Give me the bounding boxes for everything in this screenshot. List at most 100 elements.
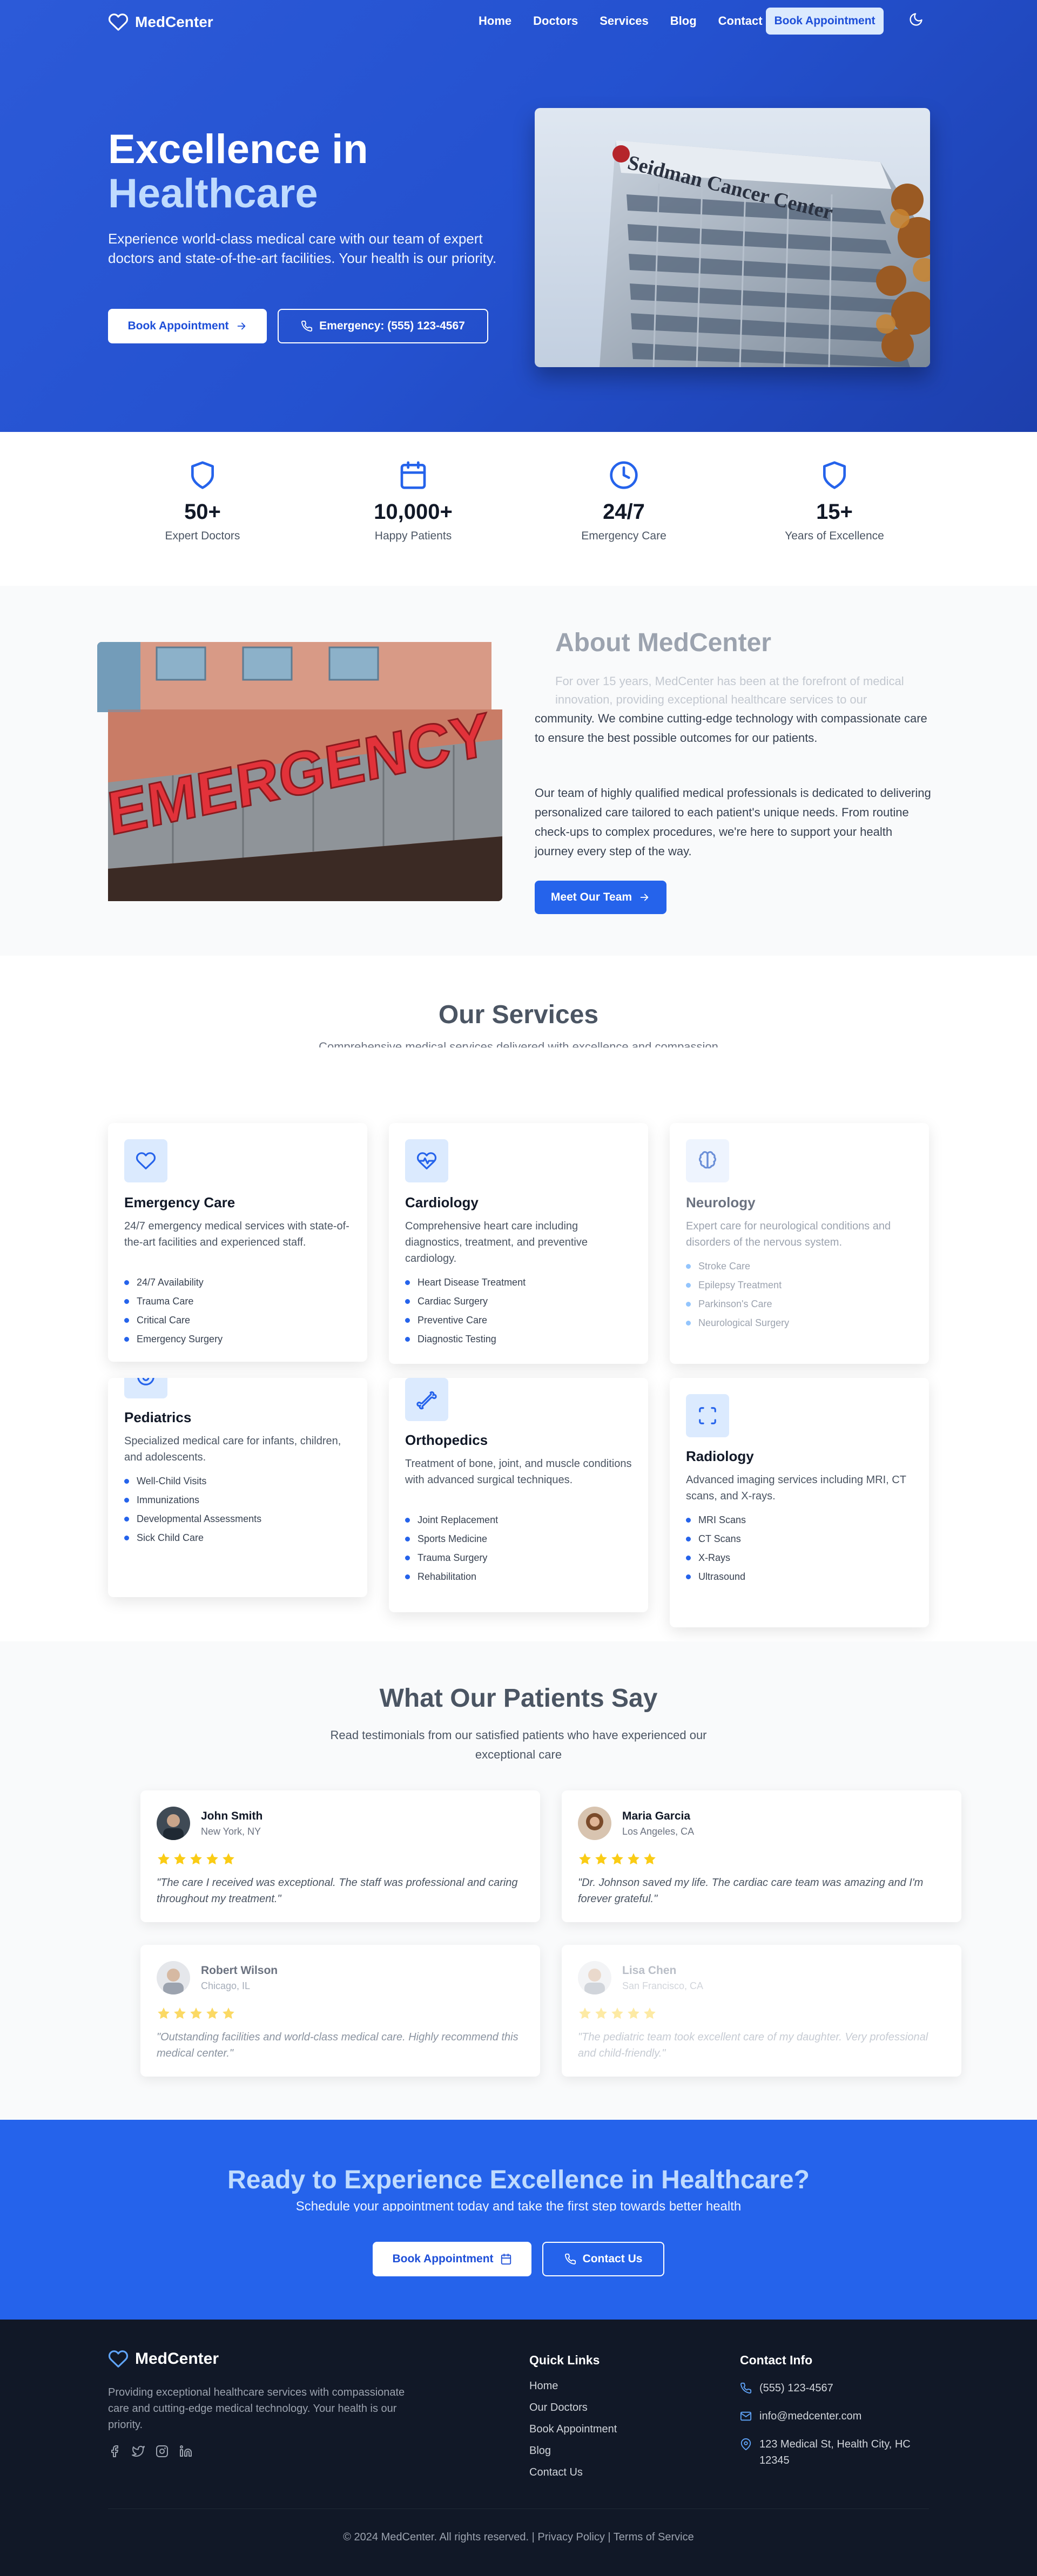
nav-link-services[interactable]: Services [600,14,649,28]
service-card-radiology[interactable]: Radiology Advanced imaging services incl… [670,1378,929,1627]
footer-logo[interactable]: MedCenter [108,2349,219,2369]
service-feature: Developmental Assessments [124,1510,261,1529]
star-icon [158,2007,170,2019]
service-feature: Diagnostic Testing [405,1330,526,1349]
about-section: EMERGENCY About MedCenter For over 15 ye… [0,586,1037,956]
service-card-emergency-care[interactable]: Emergency Care 24/7 emergency medical se… [108,1123,367,1362]
footer-link-blog[interactable]: Blog [529,2445,617,2466]
testimonial-location: New York, NY [201,1826,261,1837]
service-feature: Epilepsy Treatment [686,1276,789,1295]
heart-logo-icon [108,13,129,31]
star-icon [174,2007,186,2019]
star-icon [611,2007,623,2019]
about-paragraph-1-start: For over 15 years, MedCenter has been at… [555,674,904,706]
testimonial-quote: "The care I received was exceptional. Th… [157,1877,518,1905]
testimonial-name: Lisa Chen [622,1964,677,1977]
service-card-pediatrics[interactable]: Pediatrics Specialized medical care for … [108,1378,367,1597]
service-feature: Cardiac Surgery [405,1292,526,1311]
social-links [108,2445,192,2458]
meet-our-team-button[interactable]: Meet Our Team [535,881,666,914]
heart-icon [136,1152,156,1169]
nav-link-blog[interactable]: Blog [670,14,697,28]
star-icon [190,1853,202,1865]
twitter-icon[interactable] [132,2445,145,2458]
service-description: Expert care for neurological conditions … [686,1220,891,1248]
service-feature: Rehabilitation [405,1567,498,1586]
top-navbar: MedCenter Home Doctors Services Blog Con… [0,0,1037,43]
service-title: Orthopedics [405,1432,488,1448]
stat-years-excellence: 15+ Years of Excellence [753,460,915,543]
star-icon [579,1853,591,1865]
service-feature: Joint Replacement [405,1511,498,1530]
star-icon [174,1853,186,1865]
arrow-right-icon [237,322,245,330]
services-subtitle: Comprehensive medical services delivered… [0,1041,1037,1047]
service-icon-box [405,1378,448,1421]
testimonial-card: Maria Garcia Los Angeles, CA "Dr. Johnso… [562,1790,961,1922]
nav-link-home[interactable]: Home [479,14,511,28]
contact-email[interactable]: info@medcenter.com [740,2408,924,2424]
contact-phone[interactable]: (555) 123-4567 [740,2380,924,2396]
service-title: Emergency Care [124,1194,235,1211]
service-feature: Heart Disease Treatment [405,1273,526,1292]
footer-link-home[interactable]: Home [529,2380,617,2402]
cta-contact-us-button[interactable]: Contact Us [542,2242,664,2276]
footer-link-book-appointment[interactable]: Book Appointment [529,2423,617,2445]
quick-links-list: Home Our Doctors Book Appointment Blog C… [529,2380,617,2488]
service-card-orthopedics[interactable]: Orthopedics Treatment of bone, joint, an… [389,1378,648,1612]
cta-book-appointment-button[interactable]: Book Appointment [373,2242,531,2276]
star-icon [644,2007,656,2019]
footer: MedCenter Providing exceptional healthca… [0,2320,1037,2576]
brand-logo[interactable]: MedCenter [108,12,213,32]
testimonial-name: Maria Garcia [622,1810,691,1822]
about-title: About MedCenter [555,628,771,657]
facebook-icon[interactable] [108,2445,121,2458]
hero-book-appointment-button[interactable]: Book Appointment [108,309,267,343]
service-feature: Sick Child Care [124,1529,261,1547]
service-feature: 24/7 Availability [124,1273,223,1292]
star-icon [595,2007,607,2019]
linkedin-icon[interactable] [179,2445,192,2458]
star-icon [223,1853,234,1865]
star-icon [611,1853,623,1865]
nav-link-doctors[interactable]: Doctors [533,14,578,28]
nav-book-appointment-button[interactable]: Book Appointment [766,8,884,35]
service-card-neurology[interactable]: Neurology Expert care for neurological c… [670,1123,929,1364]
stat-value: 50+ [184,500,221,524]
service-icon-box [124,1139,167,1182]
avatar [578,1961,611,1994]
testimonial-quote: "Outstanding facilities and world-class … [157,2031,518,2059]
contact-info-heading: Contact Info [740,2353,813,2367]
star-icon [628,1853,639,1865]
service-title: Pediatrics [124,1409,192,1425]
service-feature: CT Scans [686,1530,746,1549]
about-paragraph-1-end: community. We combine cutting-edge techn… [535,712,927,745]
stat-value: 15+ [816,500,853,524]
testimonials-subtitle: Read testimonials from our satisfied pat… [330,1728,707,1761]
service-card-cardiology[interactable]: Cardiology Comprehensive heart care incl… [389,1123,648,1364]
footer-link-doctors[interactable]: Our Doctors [529,2402,617,2423]
testimonial-location: San Francisco, CA [622,1980,704,1991]
service-feature: Immunizations [124,1491,261,1510]
avatar [157,1807,190,1840]
instagram-icon[interactable] [156,2445,169,2458]
stat-label: Emergency Care [581,530,666,542]
contact-info: (555) 123-4567 info@medcenter.com 123 Me… [740,2380,924,2480]
shield-icon [823,461,846,489]
stat-value: 10,000+ [374,500,453,524]
footer-link-contact[interactable]: Contact Us [529,2466,617,2488]
stat-value: 24/7 [603,500,645,524]
stat-label: Years of Excellence [785,530,884,542]
nav-links: Home Doctors Services Blog Contact [479,14,763,28]
star-icon [579,2007,591,2019]
hero-emergency-button[interactable]: Emergency: (555) 123-4567 [278,309,488,343]
hero-section: Excellence in Healthcare Experience worl… [0,0,1037,432]
star-icon [628,2007,639,2019]
testimonial-quote: "Dr. Johnson saved my life. The cardiac … [578,1877,924,1905]
scan-icon [699,1407,716,1424]
avatar [157,1961,190,1994]
dark-mode-toggle[interactable] [908,12,924,27]
nav-link-contact[interactable]: Contact [718,14,763,28]
stat-label: Happy Patients [374,530,452,542]
stat-label: Expert Doctors [165,530,240,542]
